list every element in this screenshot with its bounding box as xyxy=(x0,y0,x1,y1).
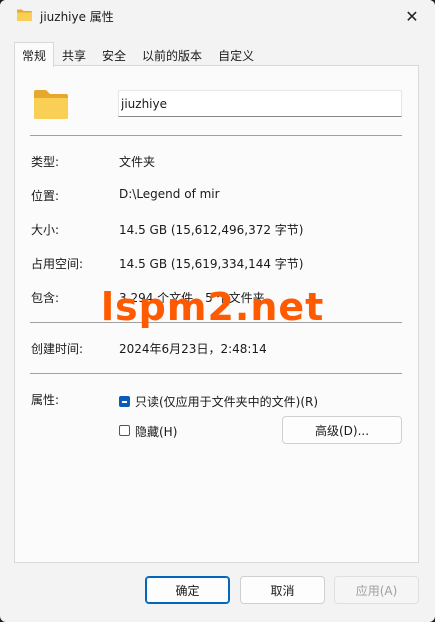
ok-button[interactable]: 确定 xyxy=(145,576,230,604)
created-value: 2024年6月23日，2:48:14 xyxy=(119,342,267,356)
location-value: D:\Legend of mir xyxy=(119,187,220,201)
close-icon: ✕ xyxy=(405,6,419,26)
tab-previous-versions[interactable]: 以前的版本 xyxy=(134,44,210,66)
watermark-text: lspm2.net xyxy=(101,285,325,329)
readonly-checkbox[interactable] xyxy=(119,396,130,407)
tab-customize[interactable]: 自定义 xyxy=(210,44,262,66)
tab-security[interactable]: 安全 xyxy=(94,44,134,66)
separator xyxy=(30,135,402,136)
size-value: 14.5 GB (15,612,496,372 字节) xyxy=(119,223,304,237)
hidden-label[interactable]: 隐藏(H) xyxy=(135,423,177,440)
type-value: 文件夹 xyxy=(119,155,156,169)
location-label: 位置: xyxy=(31,189,60,203)
folder-icon xyxy=(34,90,68,119)
created-label: 创建时间: xyxy=(31,342,84,356)
type-label: 类型: xyxy=(31,155,60,169)
size-on-disk-value: 14.5 GB (15,619,334,144 字节) xyxy=(119,257,304,271)
properties-window: jiuzhiye 属性 ✕ 常规 共享 安全 以前的版本 自定义 类型: 文件夹… xyxy=(0,0,435,622)
tab-strip: 常规 共享 安全 以前的版本 自定义 xyxy=(14,42,262,67)
advanced-button[interactable]: 高级(D)... xyxy=(282,416,402,444)
cancel-button[interactable]: 取消 xyxy=(240,576,325,604)
size-on-disk-label: 占用空间: xyxy=(31,257,84,271)
folder-name-input[interactable] xyxy=(118,90,402,117)
size-label: 大小: xyxy=(31,223,60,237)
folder-icon xyxy=(17,9,32,21)
tab-general[interactable]: 常规 xyxy=(14,42,55,67)
title-bar[interactable]: jiuzhiye 属性 ✕ xyxy=(0,0,435,32)
close-button[interactable]: ✕ xyxy=(389,0,435,32)
separator xyxy=(30,373,402,374)
attributes-label: 属性: xyxy=(31,393,60,407)
readonly-label[interactable]: 只读(仅应用于文件夹中的文件)(R) xyxy=(135,393,318,410)
hidden-checkbox[interactable] xyxy=(119,425,130,436)
apply-button: 应用(A) xyxy=(334,576,419,604)
contains-label: 包含: xyxy=(31,291,60,305)
tab-sharing[interactable]: 共享 xyxy=(54,44,94,66)
window-title: jiuzhiye 属性 xyxy=(40,10,114,24)
